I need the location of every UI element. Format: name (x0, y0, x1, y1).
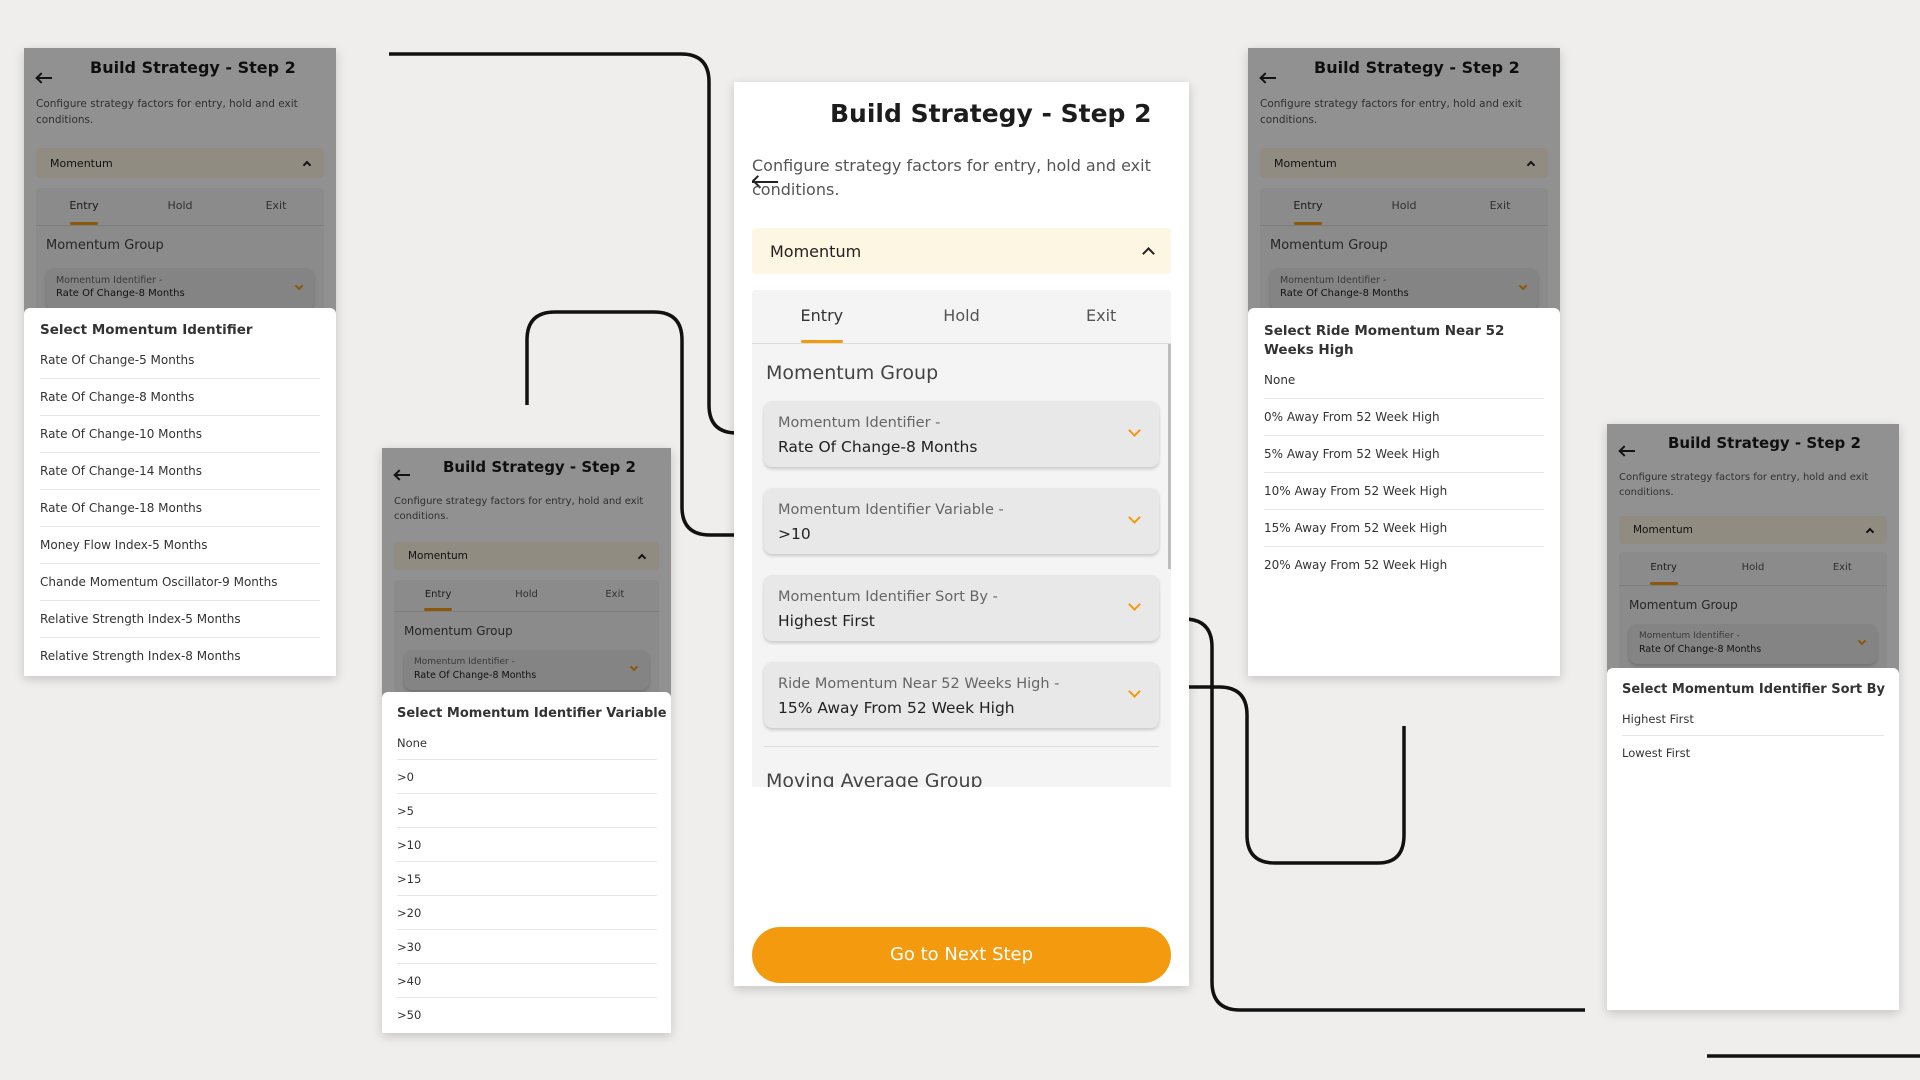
option-item[interactable]: None (1264, 362, 1544, 399)
option-item[interactable]: Lowest First (1622, 736, 1884, 770)
page-subtitle: Configure strategy factors for entry, ho… (752, 156, 1151, 199)
ride-momentum-bottom-sheet: Select Ride Momentum Near 52 Weeks High … (1248, 308, 1560, 676)
option-list: Highest First Lowest First (1622, 702, 1884, 770)
connector-ride (1163, 685, 1406, 865)
option-list: None 0% Away From 52 Week High 5% Away F… (1264, 362, 1544, 584)
chevron-up-icon (1142, 247, 1155, 260)
variable-picker-screen: Build Strategy - Step 2 Configure strate… (382, 448, 671, 1033)
momentum-identifier-sort-dropdown[interactable]: Momentum Identifier Sort By - Highest Fi… (764, 575, 1159, 641)
dropdown-value: Highest First (778, 612, 875, 630)
group-title: Momentum Group (766, 362, 939, 384)
main-phone-screen: Build Strategy - Step 2 Configure strate… (734, 82, 1189, 986)
identifier-bottom-sheet: Select Momentum Identifier Rate Of Chang… (24, 308, 336, 676)
option-item[interactable]: >10 (397, 828, 657, 862)
accordion-label: Momentum (770, 241, 862, 261)
option-item[interactable]: 15% Away From 52 Week High (1264, 510, 1544, 547)
option-item[interactable]: 5% Away From 52 Week High (1264, 436, 1544, 473)
ride-momentum-dropdown[interactable]: Ride Momentum Near 52 Weeks High - 15% A… (764, 662, 1159, 728)
group-divider (764, 746, 1159, 747)
ride-momentum-picker-screen: Build Strategy - Step 2 Configure strate… (1248, 48, 1560, 676)
option-item[interactable]: None (397, 726, 657, 760)
sheet-title: Select Momentum Identifier Variable (397, 706, 667, 721)
condition-tabs: Entry Hold Exit (752, 290, 1171, 344)
option-item[interactable]: Rate Of Change-5 Months (40, 342, 320, 379)
tab-hold[interactable]: Hold (892, 290, 1032, 343)
dropdown-label: Momentum Identifier Sort By - (778, 589, 998, 605)
option-item[interactable]: Chande Momentum Oscillator-9 Months (40, 564, 320, 601)
option-item[interactable]: Money Flow Index-5 Months (40, 527, 320, 564)
sort-picker-screen: Build Strategy - Step 2 Configure strate… (1607, 424, 1899, 1010)
option-item[interactable]: >15 (397, 862, 657, 896)
option-item[interactable]: 20% Away From 52 Week High (1264, 547, 1544, 584)
tab-exit[interactable]: Exit (1031, 290, 1171, 343)
connector-identifier (389, 52, 760, 435)
dropdown-label: Momentum Identifier - (778, 415, 941, 431)
momentum-identifier-variable-dropdown[interactable]: Momentum Identifier Variable - >10 (764, 488, 1159, 554)
option-item[interactable]: >0 (397, 760, 657, 794)
option-item[interactable]: Rate Of Change-14 Months (40, 453, 320, 490)
dropdown-value: Rate Of Change-8 Months (778, 438, 978, 456)
dropdown-label: Ride Momentum Near 52 Weeks High - (778, 676, 1060, 692)
option-item[interactable]: >50 (397, 998, 657, 1032)
option-item[interactable]: >30 (397, 930, 657, 964)
option-item[interactable]: >20 (397, 896, 657, 930)
option-item[interactable]: 10% Away From 52 Week High (1264, 473, 1544, 510)
option-item[interactable]: Highest First (1622, 702, 1884, 736)
option-list: None >0 >5 >10 >15 >20 >30 >40 >50 (397, 726, 657, 1032)
sheet-title: Select Momentum Identifier (40, 322, 253, 338)
identifier-picker-screen: Build Strategy - Step 2 Configure strate… (24, 48, 336, 676)
option-item[interactable]: Relative Strength Index-5 Months (40, 601, 320, 638)
variable-bottom-sheet: Select Momentum Identifier Variable None… (382, 692, 671, 1033)
dropdown-label: Momentum Identifier Variable - (778, 502, 1004, 518)
next-step-button[interactable]: Go to Next Step (752, 927, 1171, 983)
option-list: Rate Of Change-5 Months Rate Of Change-8… (40, 342, 320, 675)
sheet-title: Select Momentum Identifier Sort By (1622, 682, 1886, 697)
option-item[interactable]: >40 (397, 964, 657, 998)
dropdown-value: >10 (778, 525, 811, 543)
momentum-identifier-dropdown[interactable]: Momentum Identifier - Rate Of Change-8 M… (764, 401, 1159, 467)
momentum-accordion[interactable]: Momentum (752, 228, 1171, 274)
connector-sort (1163, 617, 1585, 1012)
option-item[interactable]: Rate Of Change-18 Months (40, 490, 320, 527)
option-item[interactable]: >5 (397, 794, 657, 828)
sheet-title: Select Ride Momentum Near 52 Weeks High (1264, 323, 1505, 358)
option-item[interactable]: Rate Of Change-8 Months (40, 379, 320, 416)
group-title-moving-average: Moving Average Group (766, 770, 983, 787)
page-title: Build Strategy - Step 2 (830, 99, 1152, 128)
sort-bottom-sheet: Select Momentum Identifier Sort By Highe… (1607, 668, 1899, 1010)
momentum-group-panel: Momentum Group Momentum Identifier - Rat… (752, 344, 1171, 787)
tab-entry[interactable]: Entry (752, 290, 892, 343)
dropdown-value: 15% Away From 52 Week High (778, 699, 1015, 717)
option-item[interactable]: Rate Of Change-10 Months (40, 416, 320, 453)
option-item[interactable]: Relative Strength Index-8 Months (40, 638, 320, 675)
scrollbar[interactable] (1168, 344, 1171, 569)
option-item[interactable]: 0% Away From 52 Week High (1264, 399, 1544, 436)
